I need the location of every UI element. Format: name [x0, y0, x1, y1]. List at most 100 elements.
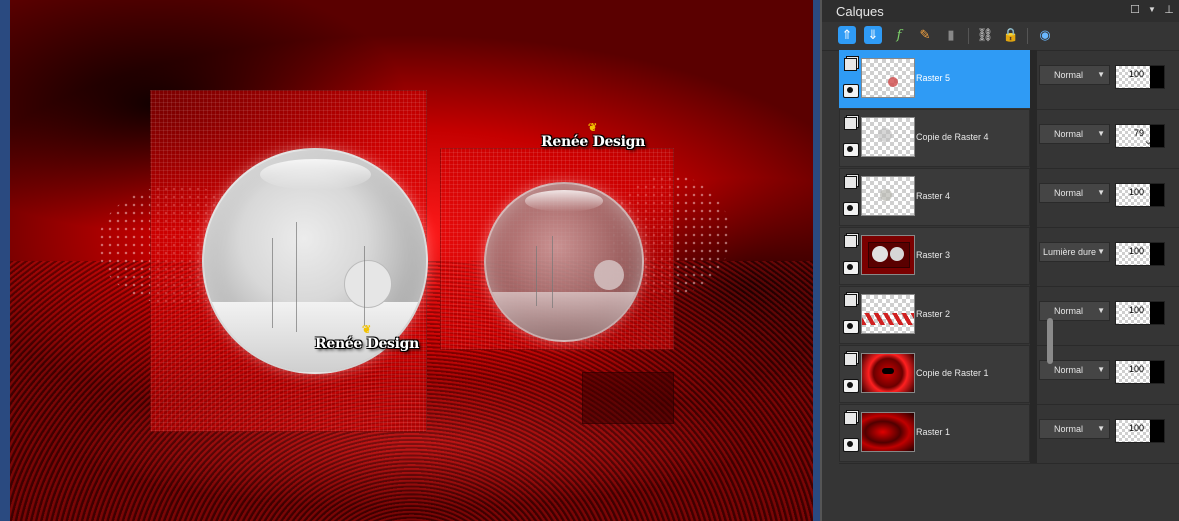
layer-thumbnail: [861, 58, 915, 98]
layer-row-main[interactable]: Raster 3: [839, 227, 1030, 285]
visibility-eye-icon[interactable]: [843, 261, 859, 275]
layer-row[interactable]: Raster 5 Normal ▼ 100: [839, 50, 1179, 110]
new-layer-icon[interactable]: ⇑: [838, 26, 856, 44]
opacity-field[interactable]: 100: [1115, 419, 1165, 443]
blend-mode-select[interactable]: Lumière dure ▼: [1039, 242, 1110, 262]
snow-ball: [344, 260, 392, 308]
chevron-down-icon: ▼: [1097, 70, 1105, 79]
toolbar-separator: [968, 28, 969, 44]
butterfly-icon: ❦: [588, 121, 597, 134]
pin-icon[interactable]: ⊥: [1163, 4, 1175, 16]
layer-row[interactable]: Copie de Raster 4 Normal ▼ 79: [839, 109, 1179, 169]
layer-type-icon[interactable]: [844, 235, 857, 248]
row-divider: [1030, 50, 1037, 109]
tree: [272, 238, 273, 328]
blend-mode-select[interactable]: Normal ▼: [1039, 419, 1110, 439]
row-divider: [1030, 286, 1037, 345]
image-canvas[interactable]: ❦ Renée Design ❦ Renée Design: [10, 0, 813, 521]
layer-name: Copie de Raster 1: [916, 368, 989, 378]
layer-row[interactable]: Copie de Raster 1 Normal ▼ 100: [839, 345, 1179, 405]
lock-icon[interactable]: 🔒: [1002, 26, 1020, 44]
visibility-eye-icon[interactable]: [843, 320, 859, 334]
tree: [296, 222, 297, 332]
opacity-slider-end: [1150, 302, 1164, 324]
layers-toolbar: ⇑ ⇓ f ✎ ▮ ⛓ 🔒 ◉: [822, 22, 1179, 51]
layer-type-icon[interactable]: [844, 117, 857, 130]
layer-row-main[interactable]: Raster 1: [839, 404, 1030, 462]
opacity-field[interactable]: 100: [1115, 65, 1165, 89]
blend-mode-value: Normal: [1054, 70, 1084, 80]
layer-row[interactable]: Raster 3 Lumière dure ▼ 100: [839, 227, 1179, 287]
opacity-slider-end: [1150, 184, 1164, 206]
layer-type-icon[interactable]: [844, 412, 857, 425]
row-divider: [1030, 109, 1037, 168]
layer-type-icon[interactable]: [844, 353, 857, 366]
opacity-value: 100: [1128, 423, 1144, 433]
opacity-field[interactable]: 79: [1115, 124, 1165, 148]
merge-down-icon[interactable]: ⇓: [864, 26, 882, 44]
watermark-logo: ❦ Renée Design: [315, 323, 420, 352]
fx-icon[interactable]: f: [890, 26, 908, 44]
layer-row[interactable]: Raster 2 Normal ▼ 100: [839, 286, 1179, 346]
opacity-value: 100: [1128, 69, 1144, 79]
chevron-down-icon: ▼: [1097, 424, 1105, 433]
layer-thumbnail: [861, 235, 915, 275]
layer-row-main[interactable]: Copie de Raster 1: [839, 345, 1030, 403]
opacity-field[interactable]: 100: [1115, 301, 1165, 325]
maximize-icon[interactable]: ☐: [1129, 4, 1141, 16]
layer-thumbnail: [861, 117, 915, 157]
layer-name: Raster 1: [916, 427, 951, 437]
chevron-down-icon: ▼: [1097, 306, 1105, 315]
visibility-eye-icon[interactable]: [843, 143, 859, 157]
layer-thumbnail: [861, 294, 915, 334]
tree: [536, 246, 537, 306]
visibility-eye-icon[interactable]: [843, 438, 859, 452]
layer-thumbnail: [861, 176, 915, 216]
layer-type-icon[interactable]: [844, 176, 857, 189]
dropdown-icon[interactable]: ▼: [1146, 4, 1158, 16]
visibility-eye-icon[interactable]: [843, 379, 859, 393]
opacity-value: 79: [1133, 128, 1144, 138]
opacity-slider-end: [1150, 420, 1164, 442]
layer-type-icon[interactable]: [844, 58, 857, 71]
layer-row-main[interactable]: Raster 4: [839, 168, 1030, 226]
layer-row[interactable]: Raster 1 Normal ▼ 100: [839, 404, 1179, 464]
blend-mode-value: Normal: [1054, 365, 1084, 375]
chevron-down-icon: ▼: [1097, 129, 1105, 138]
layer-row-main[interactable]: Copie de Raster 4: [839, 109, 1030, 167]
blend-mode-select[interactable]: Normal ▼: [1039, 124, 1110, 144]
link-icon[interactable]: ⛓: [976, 26, 994, 44]
blend-mode-select[interactable]: Normal ▼: [1039, 183, 1110, 203]
layer-name: Copie de Raster 4: [916, 132, 989, 142]
mask-icon[interactable]: ▮: [942, 26, 960, 44]
row-divider: [1030, 227, 1037, 286]
chevron-down-icon: ▼: [1097, 247, 1105, 256]
properties-icon[interactable]: ◉: [1036, 26, 1054, 44]
opacity-slider-end: [1150, 66, 1164, 88]
layer-row-main[interactable]: Raster 2: [839, 286, 1030, 344]
layer-type-icon[interactable]: [844, 294, 857, 307]
layer-row[interactable]: Raster 4 Normal ▼ 100: [839, 168, 1179, 228]
blend-mode-value: Normal: [1054, 188, 1084, 198]
visibility-eye-icon[interactable]: [843, 202, 859, 216]
opacity-field[interactable]: 100: [1115, 360, 1165, 384]
blend-mode-value: Lumière dure: [1043, 247, 1097, 257]
layer-name: Raster 2: [916, 309, 951, 319]
blend-mode-select[interactable]: Normal ▼: [1039, 65, 1110, 85]
visibility-eye-icon[interactable]: [843, 84, 859, 98]
snow-ball: [594, 260, 624, 290]
opacity-value: 100: [1128, 187, 1144, 197]
opacity-value: 100: [1128, 305, 1144, 315]
layer-thumbnail: [861, 353, 915, 393]
edit-icon[interactable]: ✎: [916, 26, 934, 44]
opacity-field[interactable]: 100: [1115, 242, 1165, 266]
layer-name: Raster 3: [916, 250, 951, 260]
layer-row-main[interactable]: Raster 5: [839, 50, 1030, 108]
layers-list: Raster 5 Normal ▼ 100 Copie de Raster 4: [839, 50, 1179, 521]
snow-ground: [486, 292, 642, 340]
dark-panel-right: [582, 372, 674, 424]
palette-titlebar[interactable]: Calques ☐ ▼ ⊥: [822, 0, 1179, 22]
palette-scrollbar[interactable]: [1047, 318, 1053, 364]
opacity-slider-end: [1150, 361, 1164, 383]
opacity-field[interactable]: 100: [1115, 183, 1165, 207]
